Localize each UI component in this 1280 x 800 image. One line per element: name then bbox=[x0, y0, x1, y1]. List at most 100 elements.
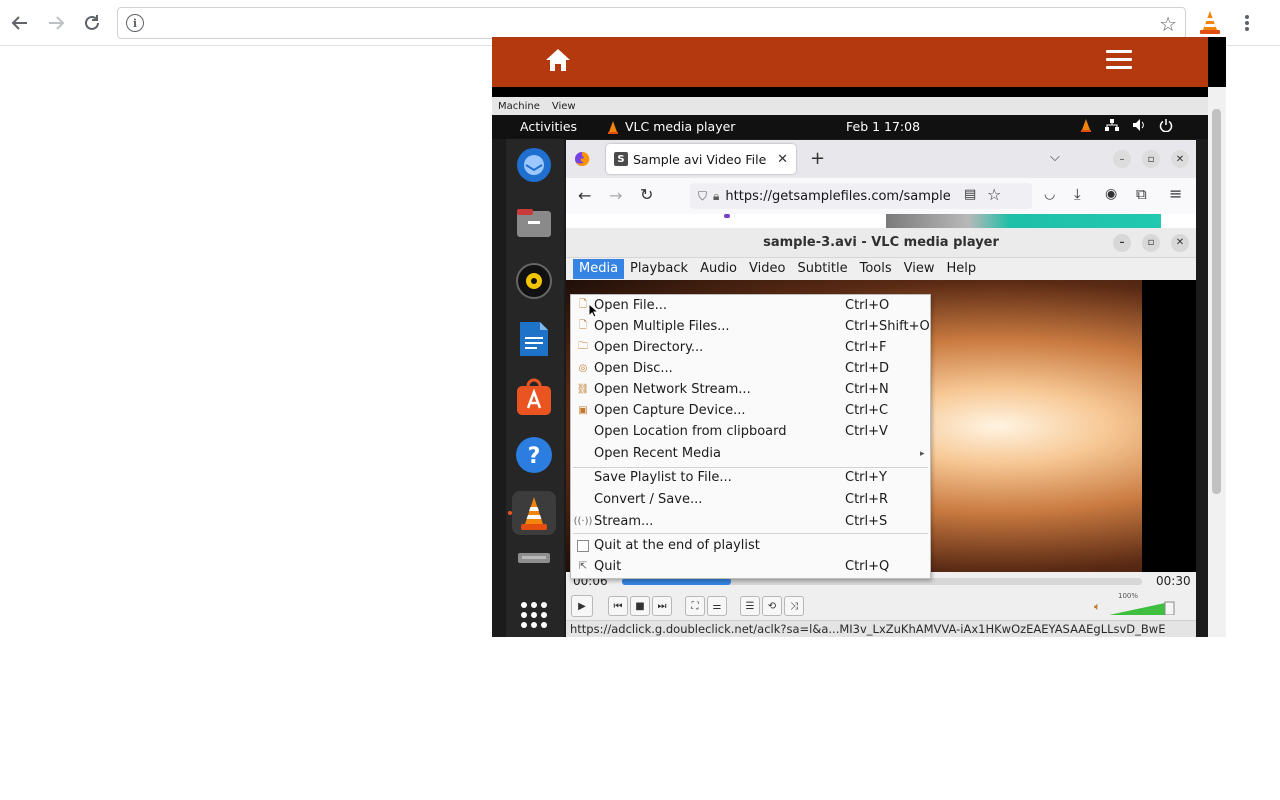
network-icon: ⛓︎ bbox=[576, 384, 590, 395]
new-tab-icon[interactable]: + bbox=[810, 148, 825, 169]
menu-video[interactable]: Video bbox=[743, 259, 791, 279]
menu-item-quit-end-playlist[interactable]: Quit at the end of playlist bbox=[571, 535, 930, 556]
menu-view[interactable]: View bbox=[898, 259, 941, 279]
menu-item-convert-save[interactable]: Convert / Save... Ctrl+R bbox=[571, 489, 930, 510]
loop-icon[interactable]: ⟲ bbox=[762, 596, 782, 616]
tab-close-icon[interactable]: ✕ bbox=[777, 152, 788, 167]
menu-media[interactable]: Media bbox=[573, 259, 625, 279]
home-icon[interactable] bbox=[544, 46, 572, 74]
page-banner-image bbox=[886, 214, 1161, 228]
account-icon[interactable]: ◉ bbox=[1105, 186, 1117, 202]
seek-slider[interactable] bbox=[622, 578, 1142, 585]
menu-subtitle[interactable]: Subtitle bbox=[791, 259, 853, 279]
extended-settings-icon[interactable]: ⚌ bbox=[707, 596, 727, 616]
vlc-titlebar[interactable]: sample-3.avi - VLC media player – ▫ ✕ bbox=[566, 228, 1196, 258]
bookmark-star-icon[interactable]: ☆ bbox=[987, 185, 1001, 204]
quit-end-checkbox[interactable] bbox=[577, 539, 589, 552]
app-grid-icon[interactable] bbox=[512, 593, 556, 637]
menu-item-open-disc[interactable]: ◎ Open Disc... Ctrl+D bbox=[571, 358, 930, 379]
menu-help[interactable]: Help bbox=[941, 259, 983, 279]
ff-menu-icon[interactable]: ≡ bbox=[1169, 184, 1182, 203]
menu-item-open-recent-media[interactable]: Open Recent Media ▸ bbox=[571, 443, 930, 464]
ff-back-icon[interactable]: ← bbox=[578, 186, 591, 205]
bookmark-star-icon[interactable]: ☆ bbox=[1159, 12, 1177, 36]
volume-icon[interactable]: 🔈︎ bbox=[1094, 600, 1101, 614]
vm-menu-machine[interactable]: Machine bbox=[498, 101, 540, 112]
play-icon[interactable]: ▶ bbox=[571, 595, 593, 617]
writer-icon[interactable] bbox=[512, 317, 556, 361]
app-center-icon[interactable] bbox=[512, 375, 556, 419]
vlc-minimize-icon[interactable]: – bbox=[1113, 234, 1131, 252]
chrome-menu-icon[interactable] bbox=[1235, 11, 1259, 35]
tab-list-chevron-icon[interactable]: ⌵ bbox=[1050, 150, 1060, 165]
viewer-header bbox=[492, 37, 1208, 87]
reader-view-icon[interactable]: ▤ bbox=[964, 187, 976, 202]
activities-button[interactable]: Activities bbox=[520, 119, 577, 134]
thunderbird-icon[interactable] bbox=[512, 143, 556, 187]
site-info-icon[interactable]: i bbox=[126, 14, 144, 32]
playlist-icon[interactable]: ☰ bbox=[740, 596, 760, 616]
quit-icon: ⇱ bbox=[578, 561, 588, 572]
fullscreen-icon[interactable]: ⛶ bbox=[685, 596, 705, 616]
vlc-maximize-icon[interactable]: ▫ bbox=[1142, 234, 1160, 252]
back-arrow-icon[interactable] bbox=[8, 11, 32, 35]
vm-menu-view[interactable]: View bbox=[552, 101, 576, 112]
vlc-menubar: Media Playback Audio Video Subtitle Tool… bbox=[566, 258, 1196, 280]
menu-item-open-location-clipboard[interactable]: Open Location from clipboard Ctrl+V bbox=[571, 421, 930, 442]
viewer-scrollbar[interactable] bbox=[1208, 87, 1226, 637]
menu-item-open-directory[interactable]: 🗀︎ Open Directory... Ctrl+F bbox=[571, 337, 930, 358]
menu-item-quit[interactable]: ⇱ Quit Ctrl+Q bbox=[571, 556, 930, 577]
menu-item-open-file[interactable]: 🗋︎ Open File... Ctrl+O bbox=[571, 295, 930, 316]
clock[interactable]: Feb 1 17:08 bbox=[846, 119, 920, 134]
drive-icon[interactable] bbox=[512, 545, 556, 573]
menu-item-stream[interactable]: ((·)) Stream... Ctrl+S bbox=[571, 511, 930, 532]
power-icon[interactable] bbox=[1159, 118, 1173, 132]
shield-icon[interactable]: ⛉ bbox=[698, 189, 707, 204]
vlc-close-icon[interactable]: ✕ bbox=[1171, 234, 1189, 252]
menu-item-open-capture-device[interactable]: ▣ Open Capture Device... Ctrl+C bbox=[571, 400, 930, 421]
vlc-icon[interactable] bbox=[508, 491, 556, 535]
ff-minimize-icon[interactable]: – bbox=[1113, 150, 1131, 168]
lock-icon[interactable]: 🔒︎ bbox=[713, 189, 719, 204]
files-icon[interactable] bbox=[512, 201, 556, 245]
hamburger-menu-icon[interactable] bbox=[1106, 50, 1132, 70]
download-icon[interactable]: ⤓ bbox=[1074, 185, 1081, 203]
help-icon[interactable]: ? bbox=[512, 433, 556, 477]
ff-restore-icon[interactable]: ▫ bbox=[1142, 150, 1160, 168]
volume-icon[interactable] bbox=[1132, 118, 1146, 132]
pocket-icon[interactable]: ◡ bbox=[1044, 187, 1055, 202]
extensions-icon[interactable]: ⧉ bbox=[1136, 185, 1147, 203]
forward-arrow-icon[interactable] bbox=[44, 11, 68, 35]
topbar-app-menu[interactable]: VLC media player bbox=[607, 119, 735, 134]
menu-item-open-multiple-files[interactable]: 🗋︎ Open Multiple Files... Ctrl+Shift+O bbox=[571, 316, 930, 337]
total-time: 00:30 bbox=[1156, 574, 1191, 588]
menu-playback[interactable]: Playback bbox=[624, 259, 694, 279]
tab-title: Sample avi Video File Do bbox=[633, 151, 769, 167]
dock: ? bbox=[506, 139, 564, 637]
firefox-tab[interactable]: S Sample avi Video File Do ✕ bbox=[606, 144, 796, 174]
ff-url-bar[interactable]: ⛉ 🔒︎ https://getsamplefiles.com/sample bbox=[690, 183, 1032, 209]
next-icon[interactable]: ⏭ bbox=[652, 596, 672, 616]
system-tray[interactable] bbox=[1080, 118, 1173, 132]
volume-slider[interactable] bbox=[1109, 601, 1177, 615]
ff-forward-icon[interactable]: → bbox=[609, 186, 622, 205]
ff-reload-icon[interactable]: ↻ bbox=[640, 185, 653, 204]
file-icon: 🗋︎ bbox=[578, 299, 588, 310]
network-icon[interactable] bbox=[1105, 118, 1119, 132]
rhythmbox-icon[interactable] bbox=[512, 259, 556, 303]
reload-icon[interactable] bbox=[80, 11, 104, 35]
mouse-cursor-icon bbox=[589, 304, 599, 318]
menu-audio[interactable]: Audio bbox=[694, 259, 743, 279]
menu-tools[interactable]: Tools bbox=[854, 259, 898, 279]
firefox-navbar: ← → ↻ ⛉ 🔒︎ https://getsamplefiles.com/sa… bbox=[566, 178, 1196, 214]
menu-item-save-playlist[interactable]: Save Playlist to File... Ctrl+Y bbox=[571, 467, 930, 488]
menu-separator bbox=[573, 533, 928, 534]
menu-item-open-network-stream[interactable]: ⛓︎ Open Network Stream... Ctrl+N bbox=[571, 379, 930, 400]
vlc-cone-icon[interactable] bbox=[1197, 9, 1223, 35]
previous-icon[interactable]: ⏮ bbox=[608, 596, 628, 616]
vlc-tray-icon[interactable] bbox=[1080, 118, 1092, 132]
stop-icon[interactable]: ■ bbox=[630, 596, 650, 616]
shuffle-icon[interactable]: ⤨ bbox=[784, 596, 804, 616]
address-bar[interactable]: i ☆ bbox=[117, 7, 1186, 39]
ff-close-icon[interactable]: ✕ bbox=[1171, 150, 1189, 168]
